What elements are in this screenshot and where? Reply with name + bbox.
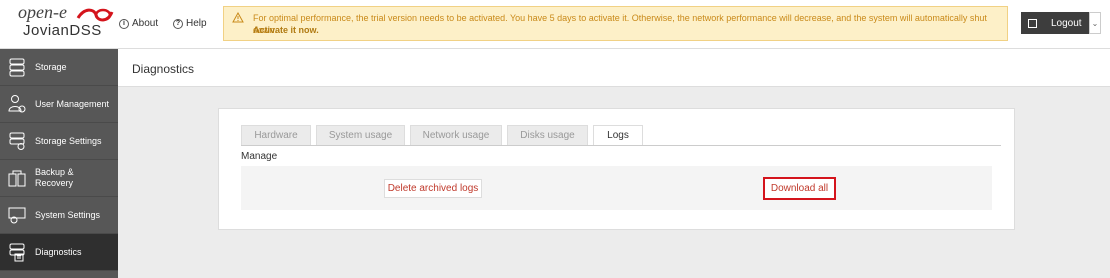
diagnostics-icon: [9, 243, 25, 262]
help-link[interactable]: ? Help: [173, 18, 207, 29]
delete-archived-logs-label: Delete archived logs: [387, 183, 479, 194]
sidebar-item-label: Diagnostics: [35, 246, 82, 257]
tab-network-usage[interactable]: Network usage: [410, 125, 502, 146]
download-all-label: Download all: [770, 183, 829, 194]
sidebar-item-diagnostics[interactable]: Diagnostics: [0, 234, 118, 271]
activate-label: Activate it now: [253, 25, 317, 35]
help-label: Help: [186, 18, 207, 29]
sidebar-item-label: Storage: [35, 61, 67, 72]
sidebar: Storage User Management Storage Settings…: [0, 49, 118, 278]
activate-link[interactable]: Activate it now.: [253, 24, 319, 36]
tab-disks-usage[interactable]: Disks usage: [507, 125, 588, 146]
sidebar-item-label: User Management: [35, 98, 110, 109]
delete-archived-logs-button[interactable]: Delete archived logs: [384, 179, 482, 198]
sidebar-item-backup-recovery[interactable]: Backup & Recovery: [0, 160, 118, 197]
storage-icon: [9, 58, 25, 77]
brand-bottom: JovianDSS: [23, 22, 102, 39]
sidebar-item-user-management[interactable]: User Management: [0, 86, 118, 123]
question-icon: ?: [173, 18, 183, 29]
tab-label: Disks usage: [520, 130, 575, 141]
sidebar-item-label: System Settings: [35, 209, 101, 220]
tab-system-usage[interactable]: System usage: [316, 125, 405, 146]
trial-alert: For optimal performance, the trial versi…: [223, 6, 1008, 41]
download-all-button[interactable]: Download all: [763, 177, 836, 200]
sidebar-item-storage[interactable]: Storage: [0, 49, 118, 86]
tab-label: Logs: [607, 130, 629, 141]
tab-bar: Hardware System usage Network usage Disk…: [241, 125, 648, 146]
tab-label: Network usage: [422, 130, 490, 141]
logout-button[interactable]: Logout: [1021, 12, 1089, 34]
storage-settings-icon: [9, 132, 25, 150]
manage-heading: Manage: [241, 151, 278, 162]
activate-suffix: .: [316, 25, 319, 35]
manage-area: Delete archived logs Download all: [241, 166, 992, 210]
tab-label: Hardware: [254, 130, 298, 141]
alert-message: For optimal performance, the trial versi…: [253, 13, 987, 35]
brand-top: open-e: [18, 2, 67, 22]
tab-divider: [241, 145, 1001, 146]
chevron-down-icon: ⌄: [1091, 18, 1099, 28]
sidebar-item-label: Backup & Recovery: [35, 167, 74, 188]
warning-icon: [232, 12, 244, 23]
sidebar-item-system-settings[interactable]: System Settings: [0, 197, 118, 234]
sidebar-item-label: Storage Settings: [35, 135, 102, 146]
logo[interactable]: open-e JovianDSS: [0, 0, 118, 49]
sidebar-item-storage-settings[interactable]: Storage Settings: [0, 123, 118, 160]
logout-icon: [1028, 18, 1037, 28]
page-title: Diagnostics: [132, 62, 195, 76]
about-label: About: [132, 18, 159, 29]
system-settings-icon: [8, 207, 26, 224]
tab-hardware[interactable]: Hardware: [241, 125, 311, 146]
info-icon: i: [119, 18, 129, 29]
tab-logs[interactable]: Logs: [593, 125, 643, 146]
backup-icon: [8, 170, 26, 187]
about-link[interactable]: i About: [119, 18, 158, 29]
logout-dropdown-toggle[interactable]: ⌄: [1089, 12, 1101, 34]
page-header: Diagnostics: [118, 49, 1110, 87]
user-icon: [8, 95, 26, 113]
top-bar: open-e JovianDSS i About ? Help For opti…: [0, 0, 1110, 49]
logout-label: Logout: [1051, 17, 1082, 29]
diagnostics-panel: Hardware System usage Network usage Disk…: [218, 108, 1015, 230]
tab-label: System usage: [328, 130, 393, 141]
